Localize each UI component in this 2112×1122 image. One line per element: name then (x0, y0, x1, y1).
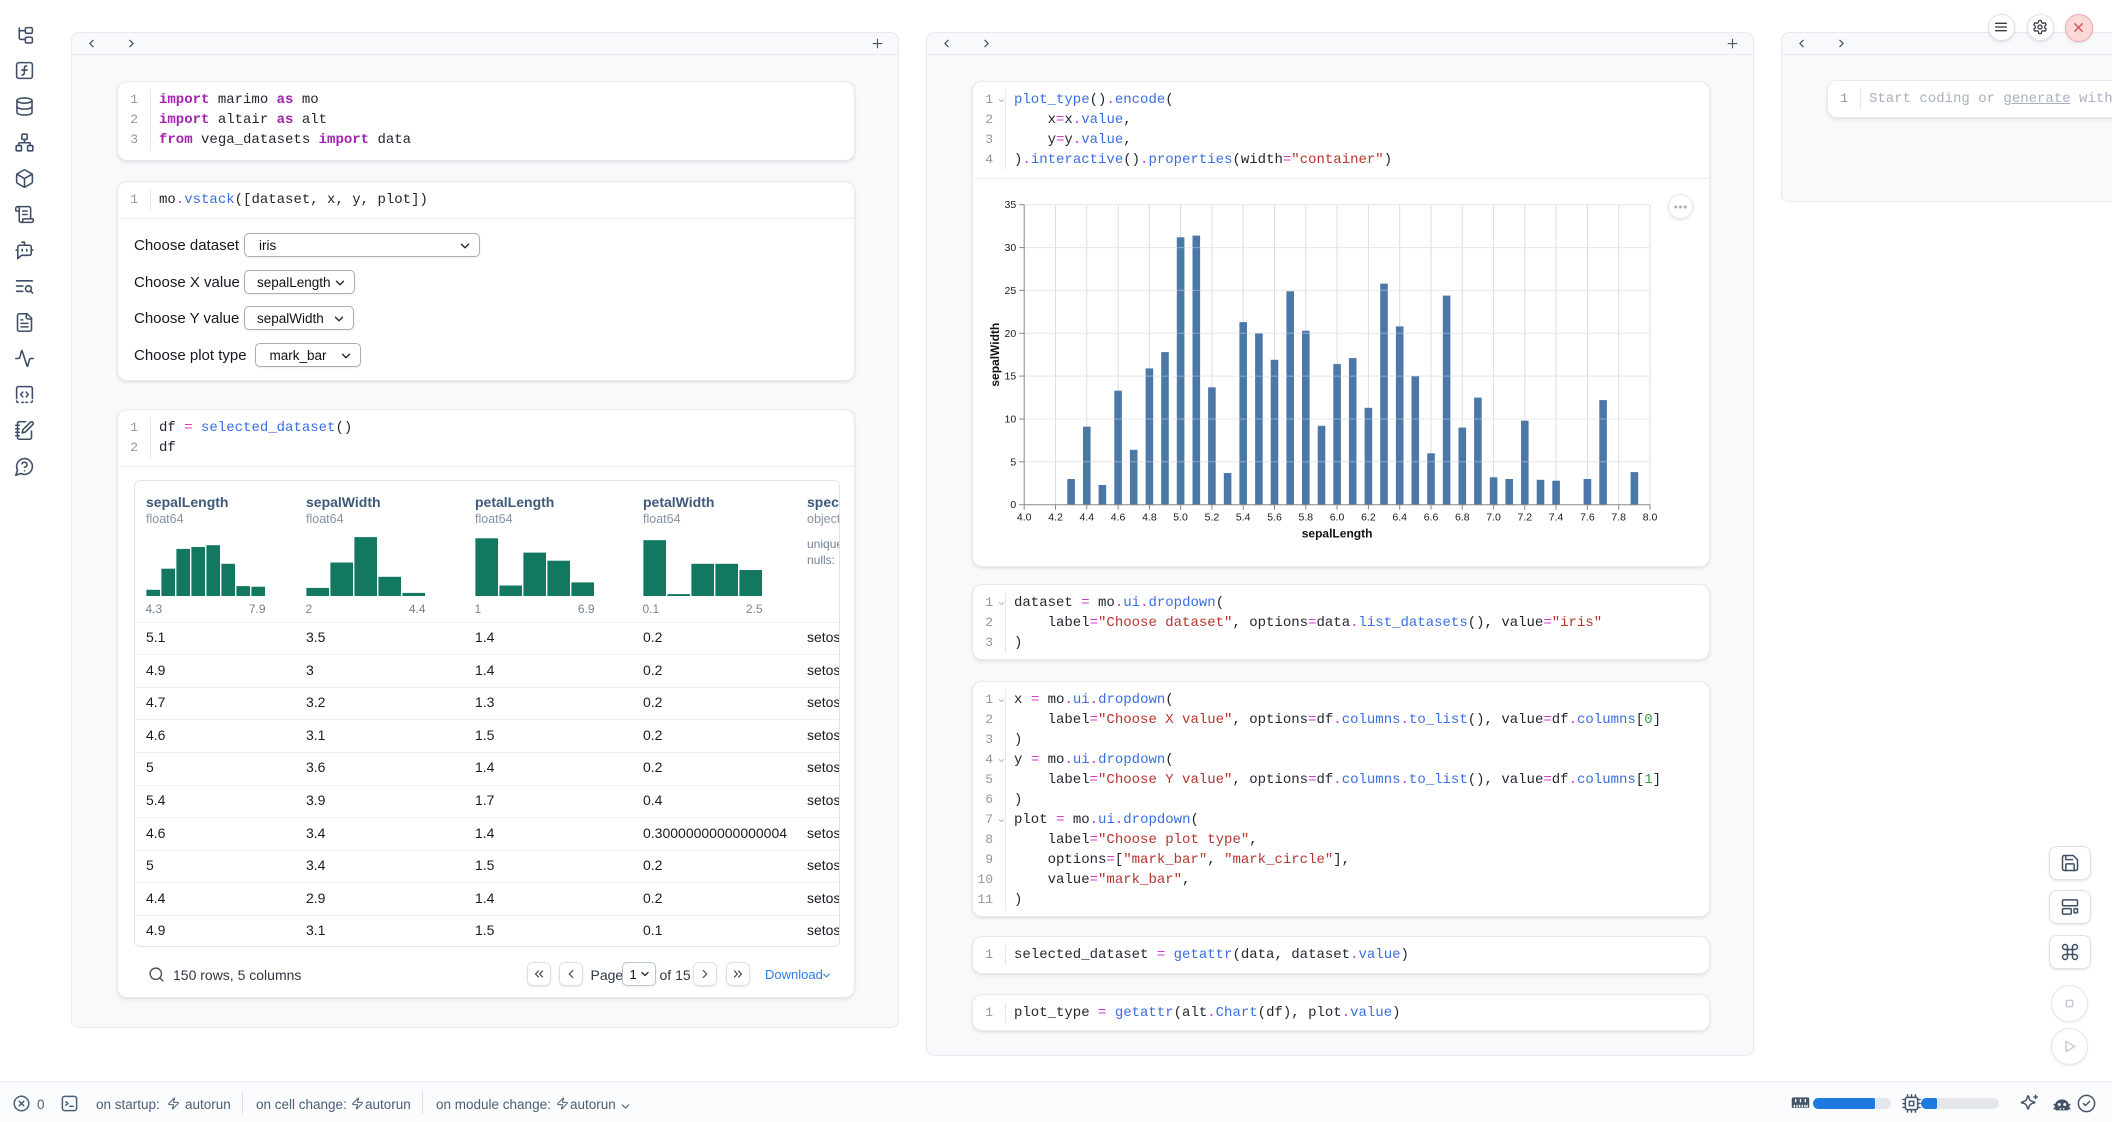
svg-text:sepalLength: sepalLength (1302, 527, 1373, 541)
svg-text:6.6: 6.6 (1424, 512, 1439, 524)
svg-text:5.8: 5.8 (1298, 512, 1313, 524)
svg-text:15: 15 (1005, 371, 1017, 383)
svg-text:4.8: 4.8 (1142, 512, 1157, 524)
svg-text:4.4: 4.4 (1079, 512, 1094, 524)
svg-text:4.6: 4.6 (1111, 512, 1126, 524)
svg-text:35: 35 (1005, 199, 1017, 211)
svg-text:25: 25 (1005, 285, 1017, 297)
svg-text:5.0: 5.0 (1173, 512, 1188, 524)
svg-text:6.0: 6.0 (1330, 512, 1345, 524)
svg-text:8.0: 8.0 (1643, 512, 1658, 524)
svg-text:sepalWidth: sepalWidth (988, 323, 1002, 387)
svg-text:7.4: 7.4 (1549, 512, 1564, 524)
svg-text:6.8: 6.8 (1455, 512, 1470, 524)
svg-text:7.2: 7.2 (1517, 512, 1532, 524)
svg-text:7.6: 7.6 (1580, 512, 1595, 524)
svg-text:10: 10 (1005, 414, 1017, 426)
svg-text:0: 0 (1010, 499, 1016, 511)
svg-text:4.0: 4.0 (1017, 512, 1032, 524)
svg-text:5.2: 5.2 (1205, 512, 1220, 524)
svg-text:5: 5 (1010, 456, 1016, 468)
svg-text:4.2: 4.2 (1048, 512, 1063, 524)
svg-text:5.4: 5.4 (1236, 512, 1251, 524)
svg-text:6.2: 6.2 (1361, 512, 1376, 524)
svg-text:30: 30 (1005, 242, 1017, 254)
svg-text:7.8: 7.8 (1611, 512, 1626, 524)
svg-text:20: 20 (1005, 328, 1017, 340)
svg-text:7.0: 7.0 (1486, 512, 1501, 524)
svg-text:6.4: 6.4 (1392, 512, 1407, 524)
svg-text:5.6: 5.6 (1267, 512, 1282, 524)
